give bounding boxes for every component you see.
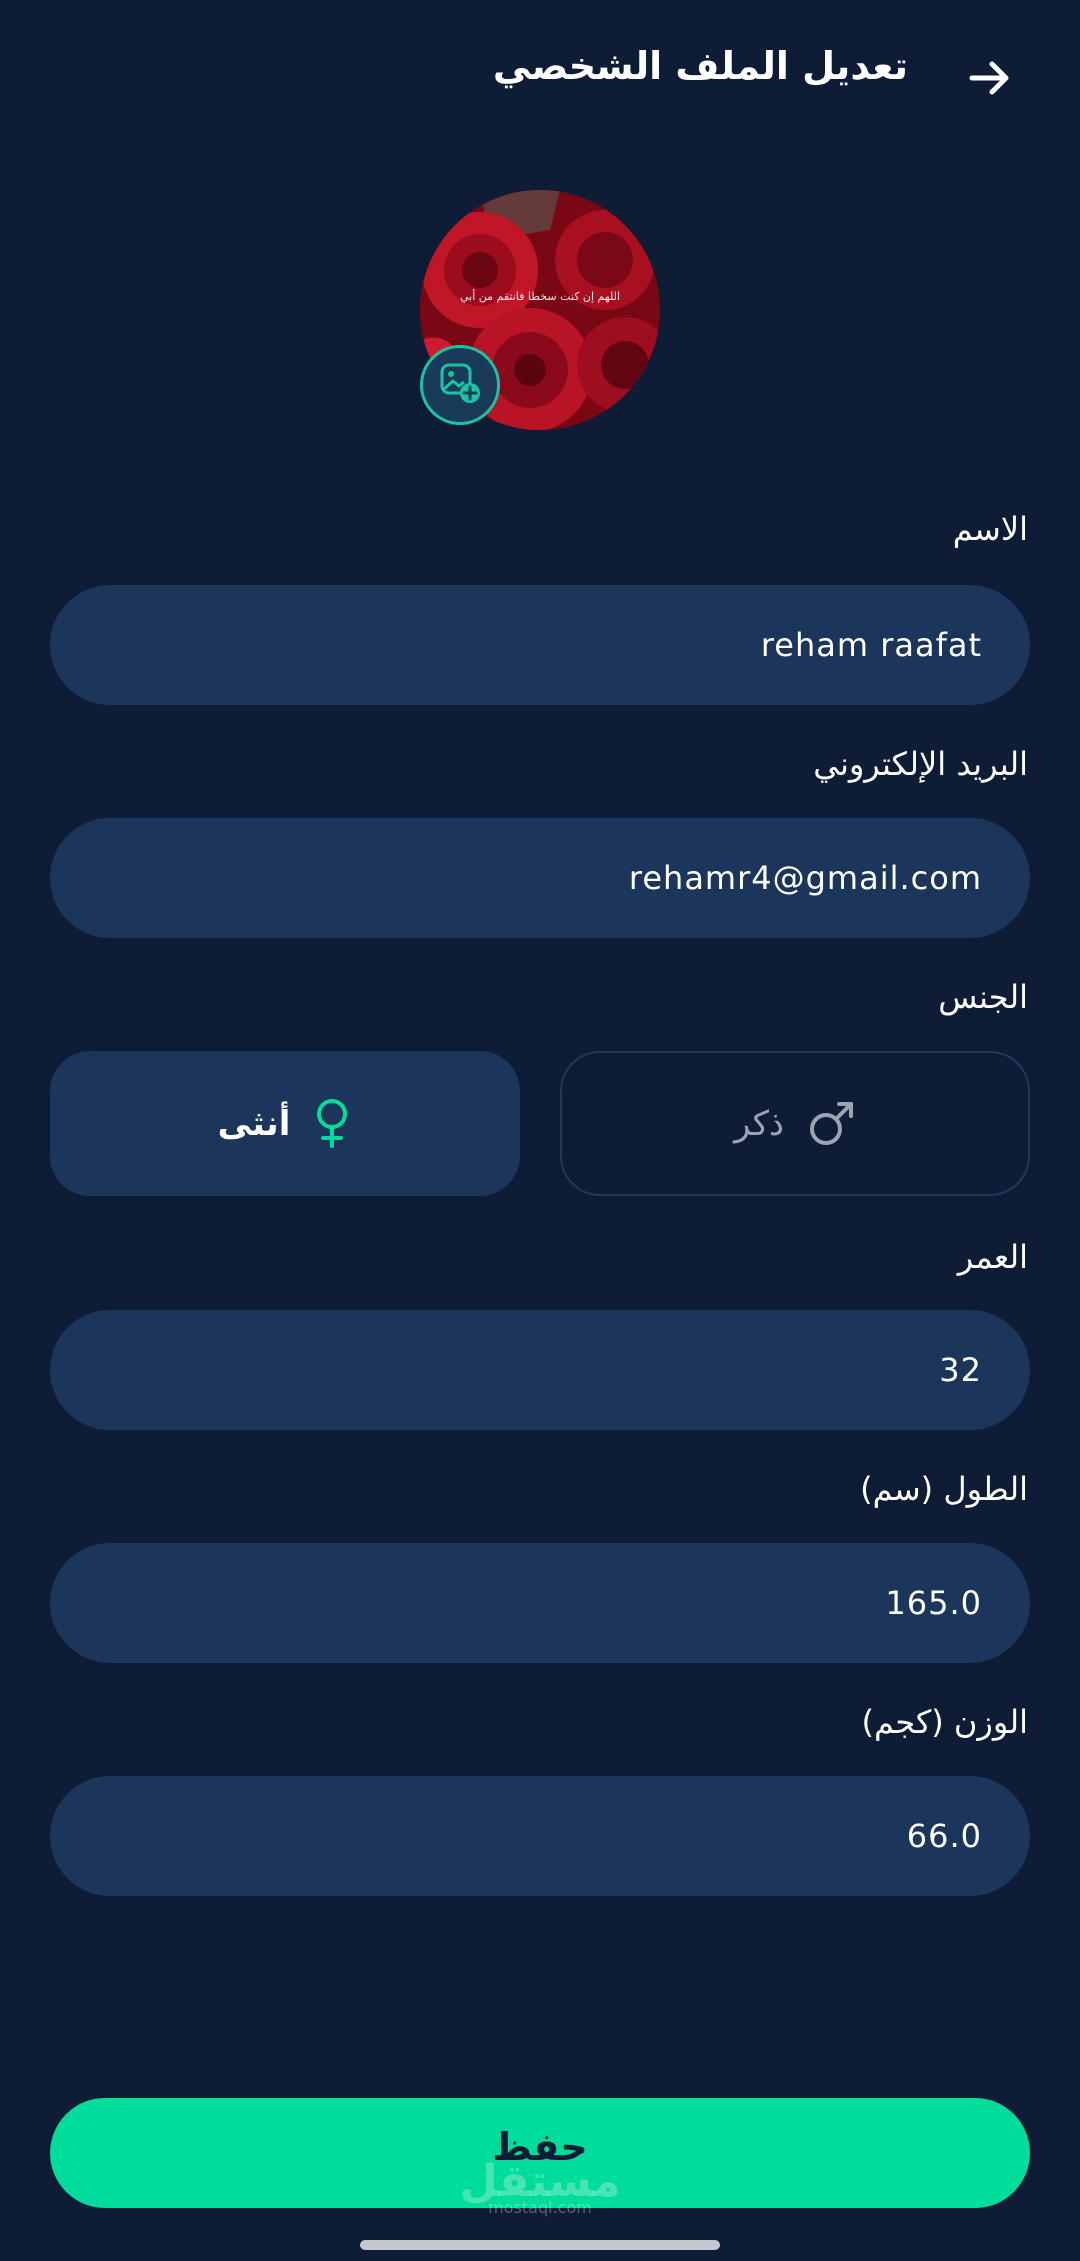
weight-value: 66.0 [906,1817,982,1855]
page-title: تعديل الملف الشخصي [492,44,908,88]
arrow-right-icon [966,54,1014,106]
weight-label: الوزن (كجم) [861,1703,1028,1741]
male-icon [806,1099,856,1149]
weight-input[interactable]: 66.0 [50,1776,1030,1896]
name-input[interactable]: reham raafat [50,585,1030,705]
age-label: العمر [957,1238,1028,1276]
height-label: الطول (سم) [860,1470,1028,1508]
email-value: rehamr4@gmail.com [628,859,982,897]
avatar-section: اللهم إن كنت سخطا فانتقم من أبي [420,190,660,430]
app-header: تعديل الملف الشخصي [0,0,1080,150]
name-label: الاسم [952,510,1028,548]
gender-female-label: أنثى [217,1103,291,1144]
gender-male-label: ذكر [733,1103,785,1144]
height-value: 165.0 [885,1584,982,1622]
back-button[interactable] [960,50,1020,110]
gender-female-option[interactable]: أنثى [50,1051,520,1196]
gender-label: الجنس [938,978,1028,1016]
watermark-url: mostaql.com [488,2198,592,2217]
image-add-icon [438,361,482,409]
age-value: 32 [939,1351,982,1389]
avatar-caption: اللهم إن كنت سخطا فانتقم من أبي [459,290,621,303]
name-value: reham raafat [760,626,982,664]
height-input[interactable]: 165.0 [50,1543,1030,1663]
home-indicator[interactable] [360,2240,720,2250]
gender-male-option[interactable]: ذكر [560,1051,1030,1196]
age-input[interactable]: 32 [50,1310,1030,1430]
email-label: البريد الإلكتروني [813,745,1028,783]
change-photo-button[interactable] [420,345,500,425]
email-input[interactable]: rehamr4@gmail.com [50,818,1030,938]
female-icon [312,1098,352,1150]
